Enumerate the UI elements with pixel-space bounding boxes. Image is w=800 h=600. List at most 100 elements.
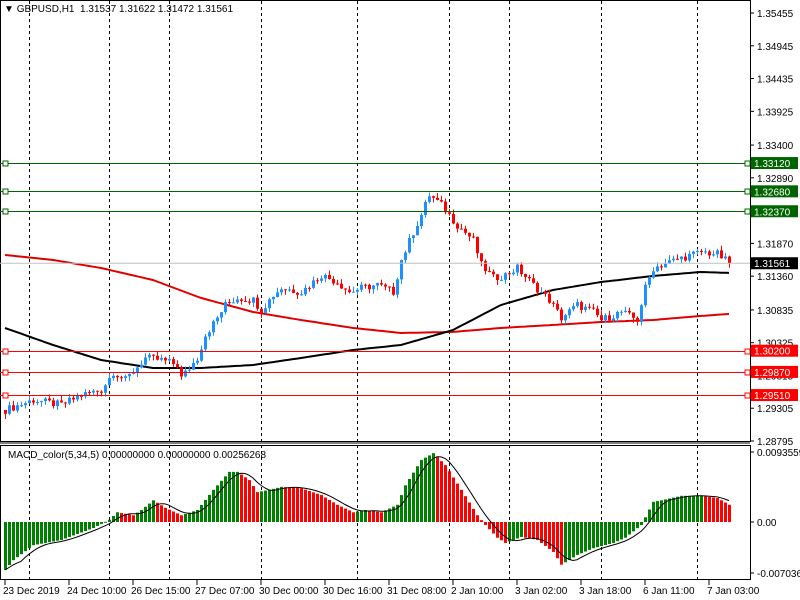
macd-histogram-bar — [204, 499, 207, 522]
macd-histogram-bar — [484, 522, 487, 525]
collapse-triangle-icon[interactable]: ▼ — [4, 4, 14, 15]
candle-body — [332, 279, 335, 284]
candle-body — [184, 370, 187, 377]
time-tick-label: 23 Dec 2019 — [3, 586, 60, 597]
macd-histogram-bar — [560, 522, 563, 565]
candle-body — [704, 251, 707, 253]
candle-body — [444, 201, 447, 213]
candle-body — [344, 288, 347, 290]
candle-body — [224, 302, 227, 313]
time-tick-label: 6 Jan 11:00 — [643, 586, 695, 597]
candle-body — [276, 292, 279, 297]
candle-body — [212, 321, 215, 333]
candle-body — [120, 377, 123, 379]
candle-body — [472, 236, 475, 238]
macd-histogram-bar — [480, 520, 483, 522]
candle-body — [316, 280, 319, 282]
candle-body — [348, 289, 351, 293]
candle-body — [532, 278, 535, 283]
macd-tick-label: -0.007036 — [757, 569, 800, 580]
level-handle-right — [744, 392, 751, 399]
macd-histogram-bar — [252, 486, 255, 522]
macd-histogram-bar — [420, 459, 423, 522]
candle-body — [128, 373, 131, 377]
macd-histogram-bar — [456, 483, 459, 522]
macd-histogram-bar — [160, 505, 163, 522]
macd-histogram-bar — [100, 522, 103, 524]
candle-body — [368, 284, 371, 290]
macd-histogram-bar — [488, 522, 491, 530]
candle-body — [80, 395, 83, 397]
macd-histogram-bar — [644, 517, 647, 522]
time-tick-label: 3 Jan 02:00 — [515, 586, 568, 597]
candle-body — [680, 256, 683, 260]
candle-body — [108, 378, 111, 386]
candle-body — [360, 284, 363, 290]
symbol-label: GBPUSD,H1 — [16, 4, 75, 15]
candle-body — [220, 312, 223, 318]
macd-histogram-bar — [40, 522, 43, 544]
candle-body — [688, 253, 691, 261]
macd-histogram-bar — [368, 510, 371, 522]
macd-histogram-bar — [300, 488, 303, 522]
candle-body — [284, 289, 287, 291]
chart-header: ▼ GBPUSD,H1 1.31537 1.31622 1.31472 1.31… — [4, 4, 233, 15]
chart-canvas[interactable]: 1.35455 1.34945 1.34435 1.33925 1.33400 1.328… — [0, 0, 800, 600]
macd-histogram-bar — [436, 457, 439, 522]
macd-histogram-bar — [584, 522, 587, 552]
macd-histogram-bar — [536, 522, 539, 540]
candle-body — [40, 401, 43, 403]
macd-histogram-bar — [212, 489, 215, 522]
price-tick-label: 1.29305 — [757, 404, 794, 415]
candle-body — [48, 398, 51, 401]
candle-body — [728, 256, 731, 264]
macd-histogram-bar — [356, 511, 359, 522]
candle-body — [188, 369, 191, 371]
macd-histogram-bar — [716, 498, 719, 522]
macd-histogram-bar — [68, 522, 71, 537]
macd-histogram-bar — [24, 522, 27, 552]
macd-histogram-bar — [376, 511, 379, 522]
macd-histogram-bar — [264, 490, 267, 522]
macd-histogram-bar — [324, 497, 327, 522]
macd-histogram-bar — [312, 492, 315, 522]
macd-histogram-bar — [400, 495, 403, 522]
candle-body — [632, 312, 635, 318]
candle-body — [372, 285, 375, 290]
candle-body — [516, 264, 519, 273]
macd-histogram-bar — [104, 521, 107, 523]
macd-histogram-bar — [640, 522, 643, 525]
time-tick-label: 30 Dec 16:00 — [323, 586, 383, 597]
macd-histogram-bar — [340, 506, 343, 522]
candle-body — [308, 287, 311, 289]
candle-body — [364, 284, 367, 286]
candle-body — [160, 357, 163, 360]
candle-body — [636, 317, 639, 322]
time-tick-label: 26 Dec 15:00 — [131, 586, 191, 597]
candle-body — [488, 271, 491, 273]
candle-body — [356, 289, 359, 292]
candle-body — [264, 308, 267, 314]
low-value: 1.31472 — [157, 4, 195, 15]
candle-body — [320, 278, 323, 281]
macd-histogram-bar — [48, 522, 51, 543]
candle-body — [588, 306, 591, 308]
candle-body — [252, 297, 255, 303]
macd-histogram-bar — [608, 522, 611, 544]
candle-body — [624, 310, 627, 312]
moving-average-slow-line — [4, 254, 730, 335]
macd-histogram-bar — [556, 522, 559, 559]
candle-body — [520, 264, 523, 275]
candle-body — [8, 405, 11, 414]
price-tick-label: 1.34945 — [757, 42, 794, 53]
price-tick-label: 1.31360 — [757, 272, 794, 283]
resistance-1-label: 1.32680 — [754, 187, 791, 198]
resistance-2-label: 1.32370 — [754, 207, 791, 218]
macd-histogram-bar — [432, 453, 435, 522]
candle-body — [176, 364, 179, 368]
support-1-label: 1.29870 — [754, 368, 791, 379]
macd-histogram-bar — [668, 498, 671, 522]
candle-body — [708, 251, 711, 256]
price-tick-label: 1.33925 — [757, 107, 794, 118]
macd-histogram-bar — [616, 522, 619, 542]
